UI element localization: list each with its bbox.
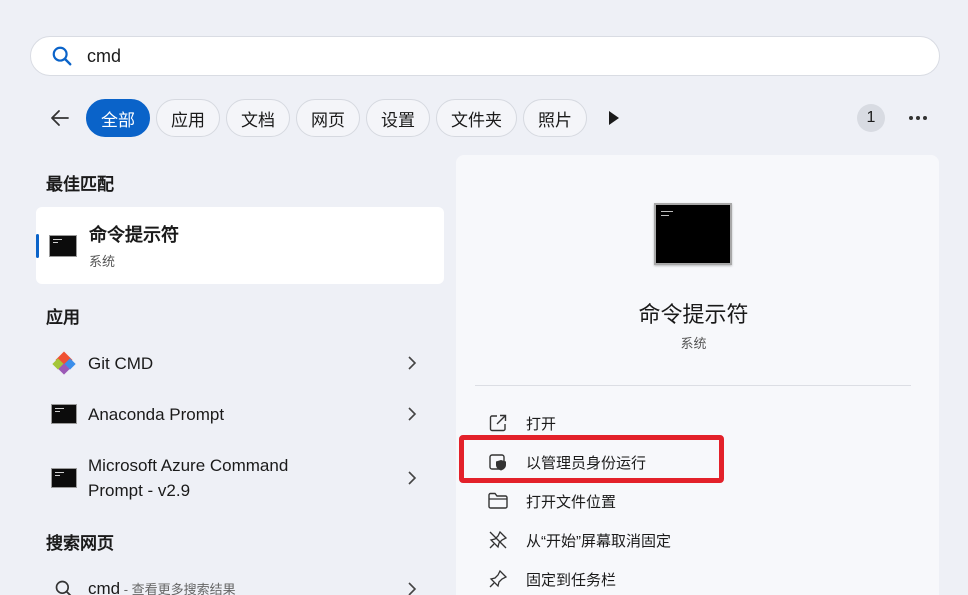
action-unpin-from-start[interactable]: 从“开始”屏幕取消固定 bbox=[486, 525, 671, 555]
more-options-button[interactable] bbox=[904, 104, 932, 132]
action-pin-to-taskbar[interactable]: 固定到任务栏 bbox=[486, 564, 616, 594]
search-bar[interactable]: cmd bbox=[30, 36, 940, 76]
app-item-anaconda-prompt[interactable]: Anaconda Prompt bbox=[36, 399, 444, 429]
section-heading-web: 搜索网页 bbox=[46, 534, 114, 553]
filter-chip-photos[interactable]: 照片 bbox=[523, 99, 587, 137]
app-item-label: Anaconda Prompt bbox=[88, 404, 225, 424]
action-label: 固定到任务栏 bbox=[526, 571, 617, 589]
play-icon bbox=[609, 111, 619, 125]
folder-icon bbox=[486, 489, 510, 513]
best-match-result[interactable]: 命令提示符 系统 bbox=[36, 207, 444, 284]
app-item-label-line2: Prompt - v2.9 bbox=[88, 481, 191, 500]
open-external-icon bbox=[486, 411, 510, 435]
app-item-azure-command-prompt[interactable]: Microsoft Azure Command Prompt - v2.9 bbox=[36, 452, 444, 504]
chevron-right-icon[interactable] bbox=[402, 579, 422, 595]
result-count-badge[interactable]: 1 bbox=[857, 104, 885, 132]
command-prompt-icon bbox=[49, 234, 77, 257]
selection-indicator bbox=[36, 234, 39, 258]
detail-title: 命令提示符 bbox=[638, 302, 749, 327]
filter-bar: 全部 应用 文档 网页 设置 文件夹 照片 bbox=[40, 98, 627, 138]
back-button[interactable] bbox=[40, 98, 80, 138]
filter-chip-all[interactable]: 全部 bbox=[86, 99, 150, 137]
app-item-git-cmd[interactable]: Git CMD bbox=[36, 348, 444, 378]
best-match-title: 命令提示符 bbox=[89, 225, 179, 245]
app-item-label: Microsoft Azure Command Prompt - v2.9 bbox=[88, 453, 402, 503]
app-item-label: Git CMD bbox=[88, 353, 154, 373]
web-search-item[interactable]: cmd - 查看更多搜索结果 bbox=[36, 574, 444, 595]
section-heading-apps: 应用 bbox=[46, 308, 80, 327]
section-heading-best-match: 最佳匹配 bbox=[46, 175, 114, 194]
action-label: 打开文件位置 bbox=[526, 493, 617, 511]
action-open-file-location[interactable]: 打开文件位置 bbox=[486, 486, 616, 516]
more-dots-icon bbox=[909, 116, 927, 120]
command-prompt-icon bbox=[51, 404, 77, 424]
action-open[interactable]: 打开 bbox=[486, 408, 556, 438]
app-icon-box bbox=[50, 464, 78, 492]
app-icon-box bbox=[50, 400, 78, 428]
search-icon bbox=[50, 575, 78, 595]
filter-chip-settings[interactable]: 设置 bbox=[366, 99, 430, 137]
app-item-label-line1: Microsoft Azure Command bbox=[88, 456, 289, 475]
more-filters-button[interactable] bbox=[601, 103, 627, 133]
best-match-subtitle: 系统 bbox=[89, 254, 116, 269]
highlight-annotation bbox=[459, 435, 724, 483]
chevron-right-icon[interactable] bbox=[402, 404, 422, 424]
web-search-label: cmd - 查看更多搜索结果 bbox=[88, 576, 402, 595]
chevron-right-icon[interactable] bbox=[402, 353, 422, 373]
detail-subtitle: 系统 bbox=[680, 336, 707, 351]
filter-chip-web[interactable]: 网页 bbox=[296, 99, 360, 137]
filter-chip-apps[interactable]: 应用 bbox=[156, 99, 220, 137]
filter-chip-folders[interactable]: 文件夹 bbox=[436, 99, 517, 137]
unpin-icon bbox=[486, 528, 510, 552]
filter-chip-documents[interactable]: 文档 bbox=[226, 99, 290, 137]
web-search-suffix: - 查看更多搜索结果 bbox=[120, 582, 236, 595]
command-prompt-icon bbox=[51, 468, 77, 488]
pin-icon bbox=[486, 567, 510, 591]
divider bbox=[475, 385, 911, 386]
git-icon bbox=[50, 349, 78, 377]
back-arrow-icon bbox=[51, 110, 69, 126]
search-icon bbox=[52, 46, 72, 66]
chevron-right-icon[interactable] bbox=[402, 468, 422, 488]
action-label: 从“开始”屏幕取消固定 bbox=[526, 532, 671, 550]
action-label: 打开 bbox=[526, 415, 557, 433]
search-input[interactable]: cmd bbox=[87, 46, 121, 67]
command-prompt-large-icon bbox=[654, 203, 732, 265]
web-search-query: cmd bbox=[88, 579, 121, 595]
detail-panel: 命令提示符 系统 打开 以管理员身份运行 打开文件位置 从“开始”屏幕取消固定 … bbox=[456, 155, 939, 595]
